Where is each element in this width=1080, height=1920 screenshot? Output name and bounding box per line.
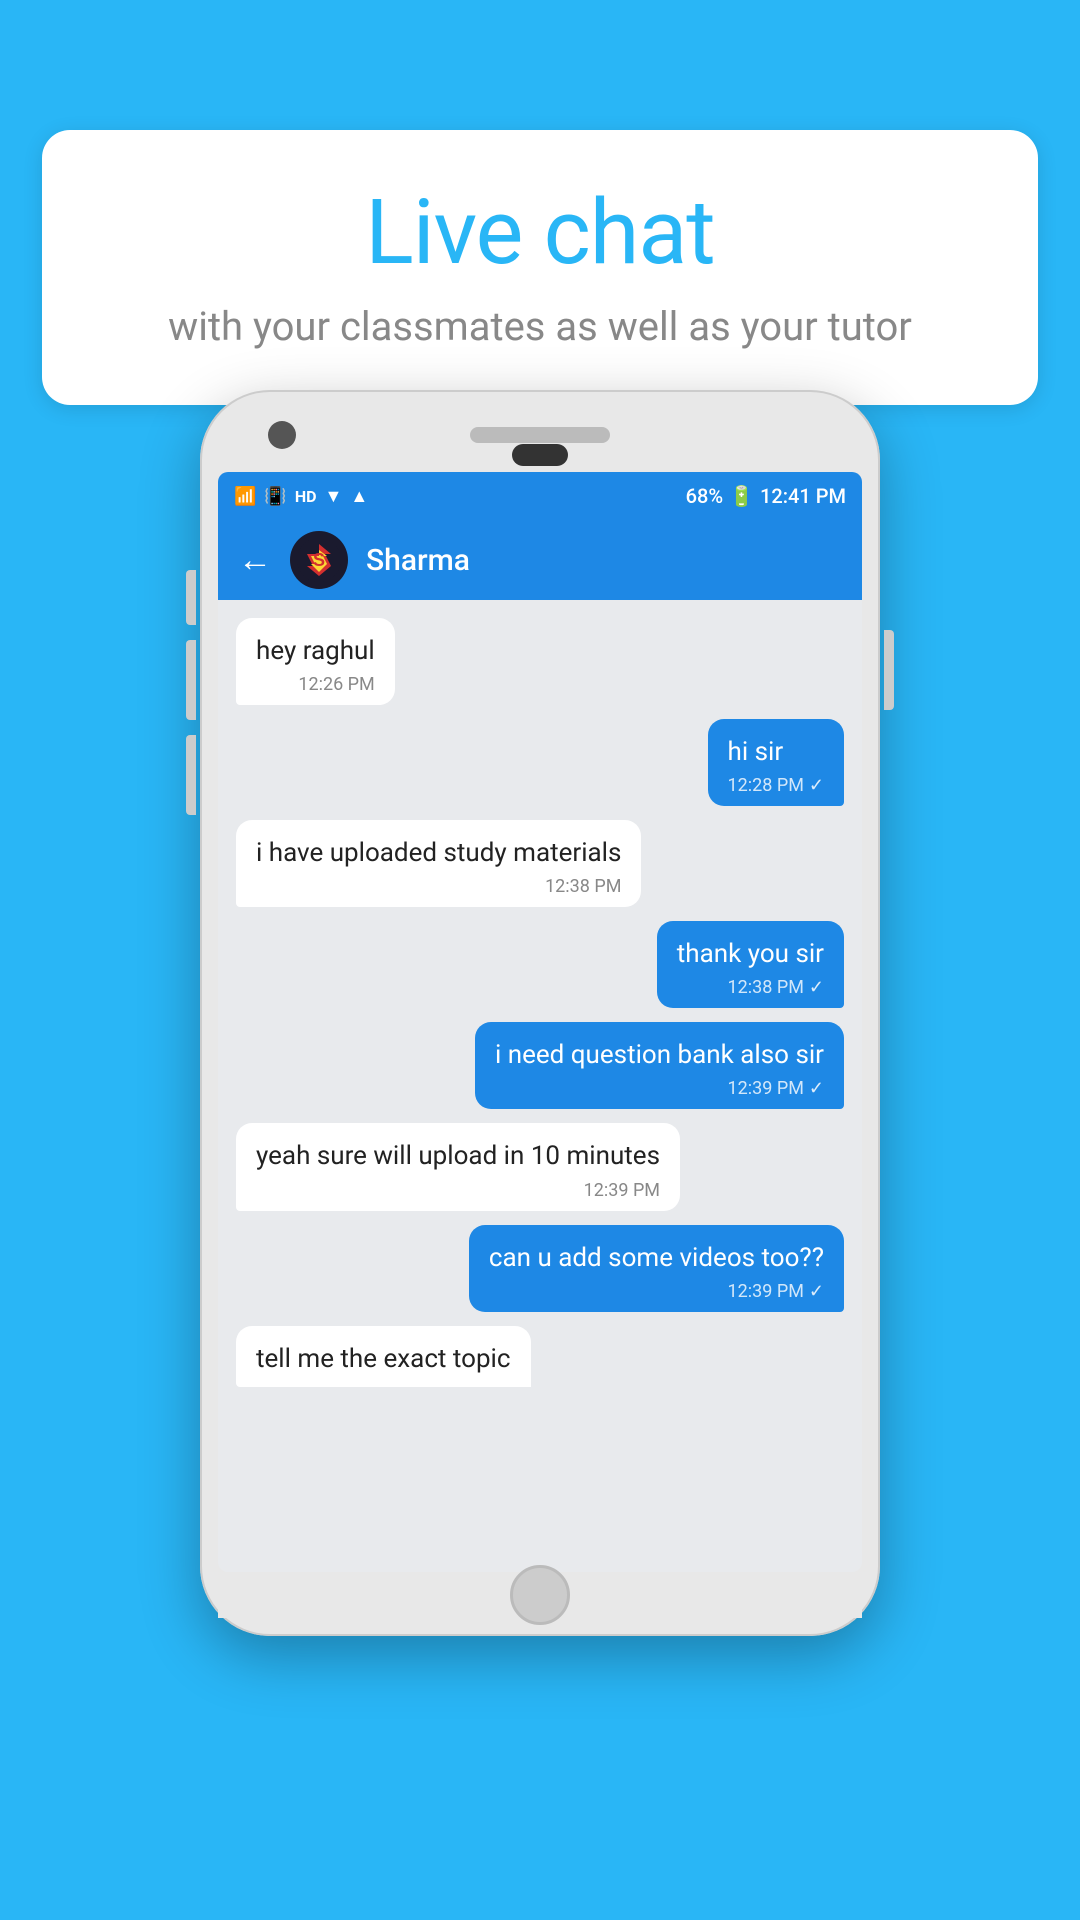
- message-bubble-partial: tell me the exact topic: [236, 1326, 531, 1387]
- message-row: i have uploaded study materials 12:38 PM: [236, 820, 844, 907]
- message-meta: 12:39 PM: [256, 1180, 660, 1201]
- battery-icon: 🔋: [729, 484, 754, 508]
- message-row: i need question bank also sir 12:39 PM ✓: [236, 1022, 844, 1109]
- check-icon: ✓: [809, 775, 824, 796]
- status-bar: 📶 📳 HD ▼ ▲ 68% 🔋 12:41 PM: [218, 472, 862, 520]
- avatar-icon: S: [295, 536, 343, 584]
- volume-up-button: [186, 570, 196, 625]
- message-bubble-sent: i need question bank also sir 12:39 PM ✓: [475, 1022, 844, 1109]
- message-bubble-sent: thank you sir 12:38 PM ✓: [657, 921, 844, 1008]
- svg-text:S: S: [313, 550, 325, 570]
- message-time: 12:38 PM: [728, 977, 804, 998]
- message-row: thank you sir 12:38 PM ✓: [236, 921, 844, 1008]
- battery-percent: 68%: [686, 484, 723, 508]
- phone-screen: 📶 📳 HD ▼ ▲ 68% 🔋 12:41 PM ←: [218, 472, 862, 1572]
- wifi-icon: ▼: [325, 486, 343, 507]
- message-time: 12:39 PM: [728, 1078, 804, 1099]
- message-time: 12:26 PM: [298, 674, 374, 695]
- check-icon: ✓: [809, 1281, 824, 1302]
- message-row: yeah sure will upload in 10 minutes 12:3…: [236, 1123, 844, 1210]
- phone-mockup: 📶 📳 HD ▼ ▲ 68% 🔋 12:41 PM ←: [200, 390, 880, 1636]
- message-bubble-received: i have uploaded study materials 12:38 PM: [236, 820, 641, 907]
- message-meta: 12:26 PM: [256, 674, 375, 695]
- speech-bubble-card: Live chat with your classmates as well a…: [42, 130, 1038, 405]
- contact-name: Sharma: [366, 543, 470, 578]
- status-bar-right: 68% 🔋 12:41 PM: [686, 484, 846, 508]
- message-time: 12:39 PM: [584, 1180, 660, 1201]
- message-text: can u add some videos too??: [489, 1241, 824, 1276]
- check-icon: ✓: [809, 977, 824, 998]
- message-meta: 12:38 PM: [256, 876, 621, 897]
- message-text-partial: tell me the exact topic: [256, 1342, 511, 1377]
- front-camera: [268, 421, 296, 449]
- signal-icon: ▲: [350, 486, 368, 507]
- messages-area[interactable]: hey raghul 12:26 PM hi sir 12:28 PM ✓: [218, 600, 862, 1550]
- message-text: thank you sir: [677, 937, 824, 972]
- clock: 12:41 PM: [760, 484, 846, 508]
- check-icon: ✓: [809, 1078, 824, 1099]
- mute-button: [186, 735, 196, 815]
- message-time: 12:38 PM: [545, 876, 621, 897]
- home-button-top: [512, 444, 568, 466]
- bluetooth-icon: 📶: [234, 486, 256, 507]
- home-button[interactable]: [510, 1565, 570, 1625]
- live-chat-title: Live chat: [102, 180, 978, 285]
- phone-speaker: [470, 427, 610, 443]
- message-meta: 12:39 PM ✓: [495, 1078, 824, 1099]
- message-text: yeah sure will upload in 10 minutes: [256, 1139, 660, 1174]
- phone-top-bar: [218, 408, 862, 462]
- phone-outer-shell: 📶 📳 HD ▼ ▲ 68% 🔋 12:41 PM ←: [200, 390, 880, 1636]
- message-row: can u add some videos too?? 12:39 PM ✓: [236, 1225, 844, 1312]
- chat-header: ← S Sharma: [218, 520, 862, 600]
- message-time: 12:39 PM: [728, 1281, 804, 1302]
- message-row-partial: tell me the exact topic: [236, 1326, 844, 1387]
- message-meta: 12:28 PM ✓: [728, 775, 824, 796]
- phone-bottom-bar: [218, 1582, 862, 1618]
- message-row: hey raghul 12:26 PM: [236, 618, 844, 705]
- back-button[interactable]: ←: [238, 540, 272, 580]
- volume-down-button: [186, 640, 196, 720]
- message-row: hi sir 12:28 PM ✓: [236, 719, 844, 806]
- vibrate-icon: 📳: [264, 486, 286, 507]
- hd-icon: HD: [295, 487, 317, 506]
- message-meta: 12:39 PM ✓: [489, 1281, 824, 1302]
- message-bubble-sent: hi sir 12:28 PM ✓: [708, 719, 844, 806]
- message-bubble-sent: can u add some videos too?? 12:39 PM ✓: [469, 1225, 844, 1312]
- message-bubble-received: yeah sure will upload in 10 minutes 12:3…: [236, 1123, 680, 1210]
- message-time: 12:28 PM: [728, 775, 804, 796]
- message-text: hey raghul: [256, 634, 375, 669]
- message-text: hi sir: [728, 735, 824, 770]
- message-meta: 12:38 PM ✓: [677, 977, 824, 998]
- message-text: i need question bank also sir: [495, 1038, 824, 1073]
- message-text: i have uploaded study materials: [256, 836, 621, 871]
- status-bar-left: 📶 📳 HD ▼ ▲: [234, 486, 368, 507]
- message-bubble-received: hey raghul 12:26 PM: [236, 618, 395, 705]
- bubble-subtitle: with your classmates as well as your tut…: [102, 303, 978, 350]
- power-button: [884, 630, 894, 710]
- contact-avatar: S: [290, 531, 348, 589]
